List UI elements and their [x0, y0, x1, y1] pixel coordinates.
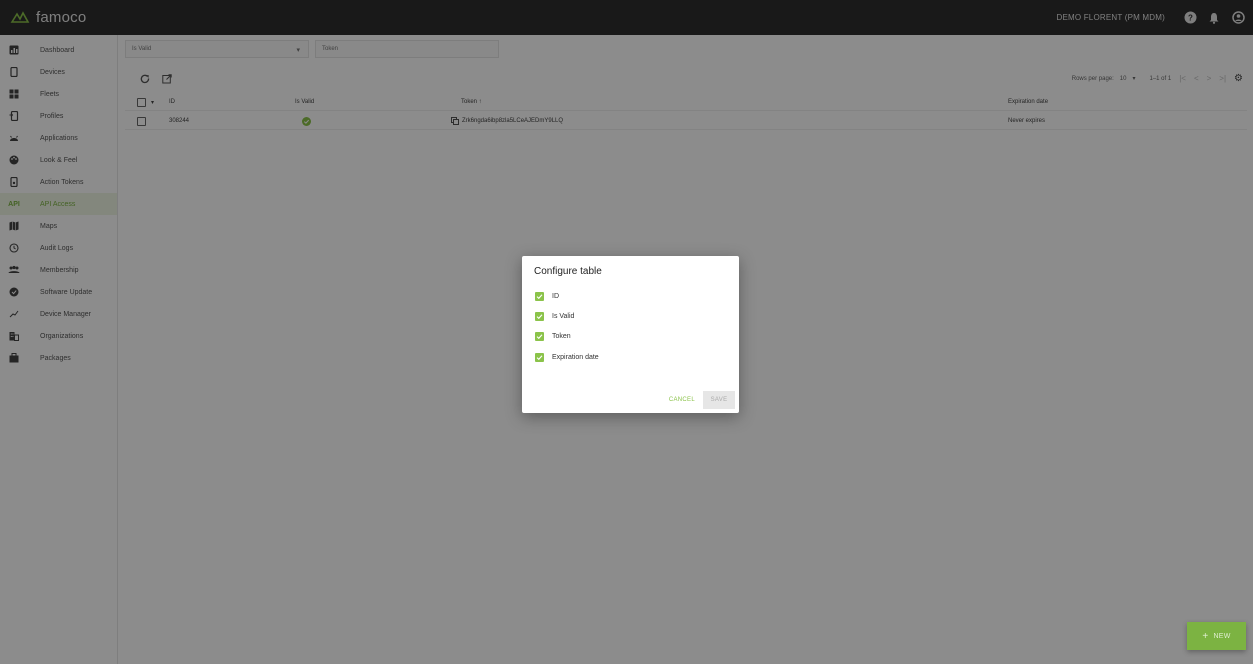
checkbox-checked-icon[interactable]: [535, 331, 544, 341]
checkbox-checked-icon[interactable]: [535, 291, 544, 301]
column-option-label: Expiration date: [552, 353, 599, 361]
dialog-title: Configure table: [534, 266, 602, 277]
column-option-expiration-date[interactable]: Expiration date: [535, 350, 599, 364]
configure-table-dialog: Configure table ID Is Valid Token Expira…: [522, 256, 739, 413]
new-button-label: NEW: [1213, 632, 1231, 640]
new-token-button[interactable]: + NEW: [1187, 622, 1246, 650]
column-option-token[interactable]: Token: [535, 329, 571, 343]
column-option-is-valid[interactable]: Is Valid: [535, 309, 574, 323]
plus-icon: +: [1202, 630, 1209, 642]
column-option-label: Token: [552, 332, 571, 340]
checkbox-checked-icon[interactable]: [535, 311, 544, 321]
column-option-id[interactable]: ID: [535, 289, 559, 303]
save-button[interactable]: SAVE: [703, 391, 735, 409]
dialog-actions: CANCEL SAVE: [663, 391, 735, 409]
column-option-label: Is Valid: [552, 312, 575, 320]
checkbox-checked-icon[interactable]: [535, 352, 544, 362]
cancel-button[interactable]: CANCEL: [663, 391, 701, 409]
column-option-label: ID: [552, 292, 559, 300]
